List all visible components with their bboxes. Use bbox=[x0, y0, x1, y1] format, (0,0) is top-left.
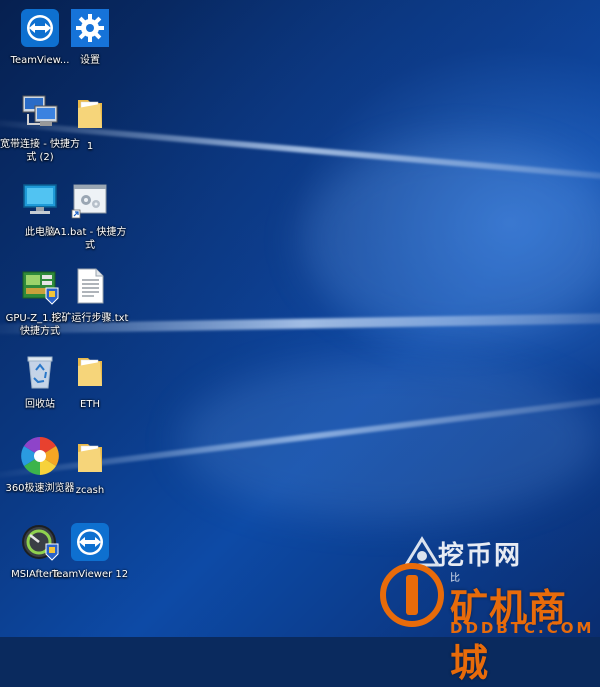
watermark-site-name: 挖币网 bbox=[438, 541, 523, 571]
icon-label: TeamViewer 12 bbox=[51, 569, 129, 580]
teamviewer-icon bbox=[68, 520, 112, 564]
watermark-url: DDDBTC.COM bbox=[450, 619, 595, 637]
desktop-icon-mining-txt[interactable]: 挖矿运行步骤.txt bbox=[50, 264, 130, 325]
folder-icon bbox=[68, 92, 112, 136]
watermark-coin-icon bbox=[380, 563, 444, 627]
desktop-icon-teamviewer12[interactable]: TeamViewer 12 bbox=[50, 520, 130, 581]
gear-icon bbox=[68, 6, 112, 50]
icon-label: A1.bat - 快捷方式 bbox=[53, 227, 127, 251]
icon-label: 挖矿运行步骤.txt bbox=[51, 313, 129, 324]
folder-icon bbox=[68, 350, 112, 394]
fog-glow bbox=[180, 360, 600, 520]
batch-file-icon bbox=[68, 178, 112, 222]
folder-icon bbox=[68, 436, 112, 480]
icon-label: ETH bbox=[80, 399, 100, 410]
desktop-icon-folder-1[interactable]: 1 bbox=[50, 92, 130, 153]
icon-label: zcash bbox=[75, 485, 105, 496]
icon-label: 设置 bbox=[80, 55, 100, 66]
desktop-icon-settings[interactable]: 设置 bbox=[50, 6, 130, 67]
desktop-icon-eth[interactable]: ETH bbox=[50, 350, 130, 411]
icon-label: 1 bbox=[86, 141, 94, 152]
desktop-icon-zcash[interactable]: zcash bbox=[50, 436, 130, 497]
text-file-icon bbox=[68, 264, 112, 308]
watermark: 挖币网 比 矿机商城 DDDBTC.COM bbox=[380, 535, 600, 685]
desktop-icon-a1-bat[interactable]: A1.bat - 快捷方式 bbox=[50, 178, 130, 252]
